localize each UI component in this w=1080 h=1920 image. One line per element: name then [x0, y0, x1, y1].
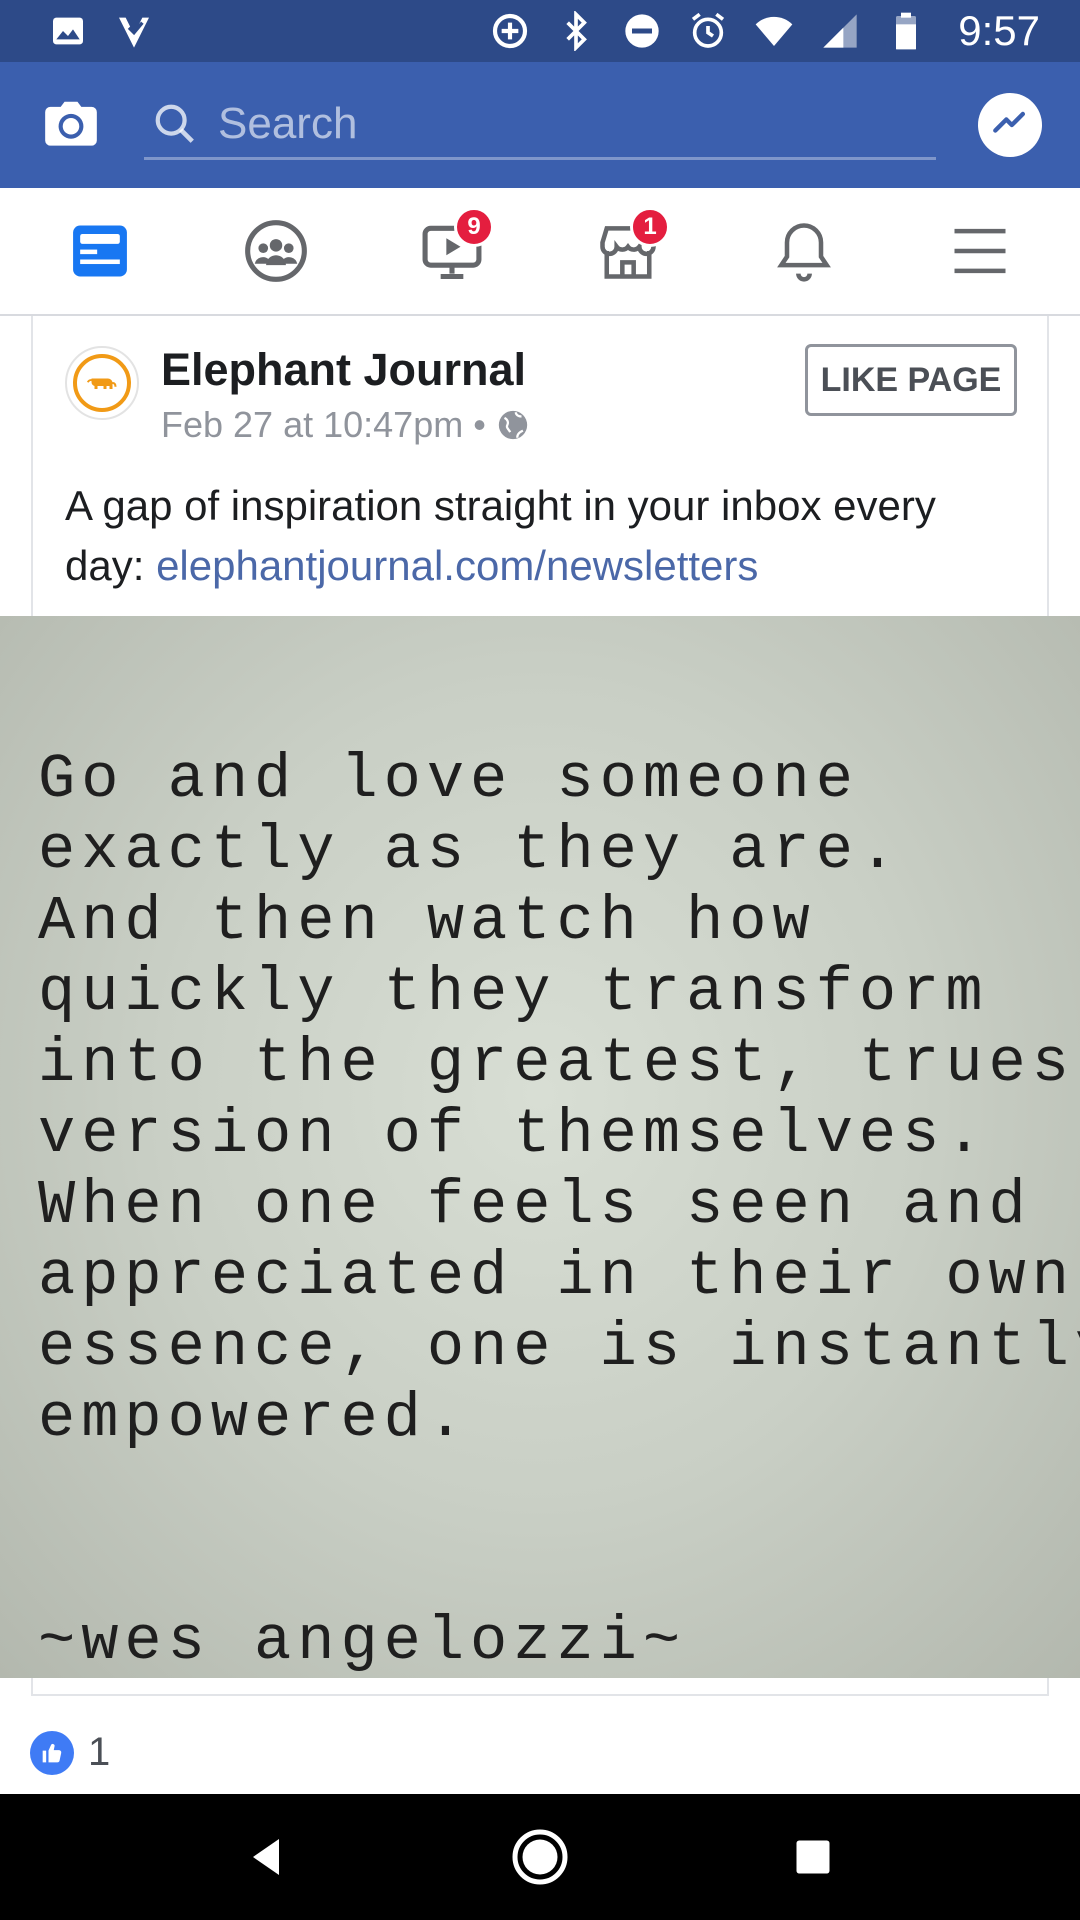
- search-bar[interactable]: [144, 90, 936, 160]
- card-bottom-border: [31, 1678, 1049, 1696]
- post-timestamp[interactable]: Feb 27 at 10:47pm: [161, 404, 463, 446]
- messenger-icon: [993, 111, 1026, 133]
- tab-news-feed[interactable]: [50, 201, 150, 301]
- app-bar: [0, 62, 1080, 188]
- tab-watch[interactable]: 9: [402, 201, 502, 301]
- camera-icon: [45, 101, 97, 146]
- post-image[interactable]: Go and love someone exactly as they are.…: [0, 616, 1080, 1678]
- elephant-logo-icon: [86, 378, 117, 389]
- watch-badge: 9: [454, 207, 494, 247]
- tab-menu[interactable]: [930, 201, 1030, 301]
- back-icon: [252, 1839, 279, 1875]
- marketplace-badge: 1: [630, 207, 670, 247]
- status-time: 9:57: [958, 7, 1040, 54]
- like-page-button[interactable]: LIKE PAGE: [805, 344, 1017, 416]
- back-button[interactable]: [227, 1817, 307, 1897]
- battery-icon: [886, 11, 926, 51]
- bell-icon: [777, 223, 831, 282]
- data-saver-icon: [490, 11, 530, 51]
- check-icon: [114, 11, 154, 51]
- status-bar: 9:57: [0, 0, 1080, 62]
- page-name[interactable]: Elephant Journal: [161, 344, 526, 396]
- recents-button[interactable]: [773, 1817, 853, 1897]
- home-icon: [512, 1829, 568, 1885]
- recents-icon: [796, 1840, 830, 1874]
- avatar[interactable]: [65, 346, 139, 420]
- signal-icon: [820, 11, 860, 51]
- post-card: Elephant Journal Feb 27 at 10:47pm • LIK…: [31, 316, 1049, 616]
- do-not-disturb-icon: [622, 11, 662, 51]
- menu-icon: [954, 228, 1006, 274]
- newsletter-link[interactable]: elephantjournal.com/newsletters: [156, 542, 758, 589]
- system-nav-bar: [0, 1794, 1080, 1920]
- reactions-summary[interactable]: 1: [30, 1730, 110, 1775]
- tab-groups[interactable]: [226, 201, 326, 301]
- post: Elephant Journal Feb 27 at 10:47pm • LIK…: [0, 316, 1080, 1696]
- like-reaction-icon: [30, 1730, 74, 1775]
- messenger-button[interactable]: [978, 93, 1042, 157]
- meta-separator: •: [473, 404, 486, 445]
- globe-icon: [496, 408, 530, 442]
- post-header: Elephant Journal Feb 27 at 10:47pm • LIK…: [33, 316, 1047, 466]
- search-icon: [152, 101, 198, 147]
- tab-bar: 9 1: [0, 188, 1080, 316]
- image-quote-author: ~wes angelozzi~: [38, 1606, 687, 1677]
- tab-marketplace[interactable]: 1: [578, 201, 678, 301]
- home-button[interactable]: [500, 1817, 580, 1897]
- wifi-icon: [754, 11, 794, 51]
- post-text: A gap of inspiration straight in your in…: [33, 466, 1047, 616]
- image-quote-text: Go and love someone exactly as they are.…: [38, 744, 1080, 1454]
- bluetooth-icon: [556, 11, 596, 51]
- news-feed-icon: [73, 225, 127, 277]
- alarm-icon: [688, 11, 728, 51]
- post-meta: Feb 27 at 10:47pm •: [161, 404, 530, 446]
- search-input[interactable]: [218, 98, 838, 149]
- tab-notifications[interactable]: [754, 201, 854, 301]
- image-icon: [48, 11, 88, 51]
- reaction-count: 1: [88, 1730, 111, 1774]
- groups-icon: [245, 220, 307, 282]
- camera-button[interactable]: [40, 94, 102, 156]
